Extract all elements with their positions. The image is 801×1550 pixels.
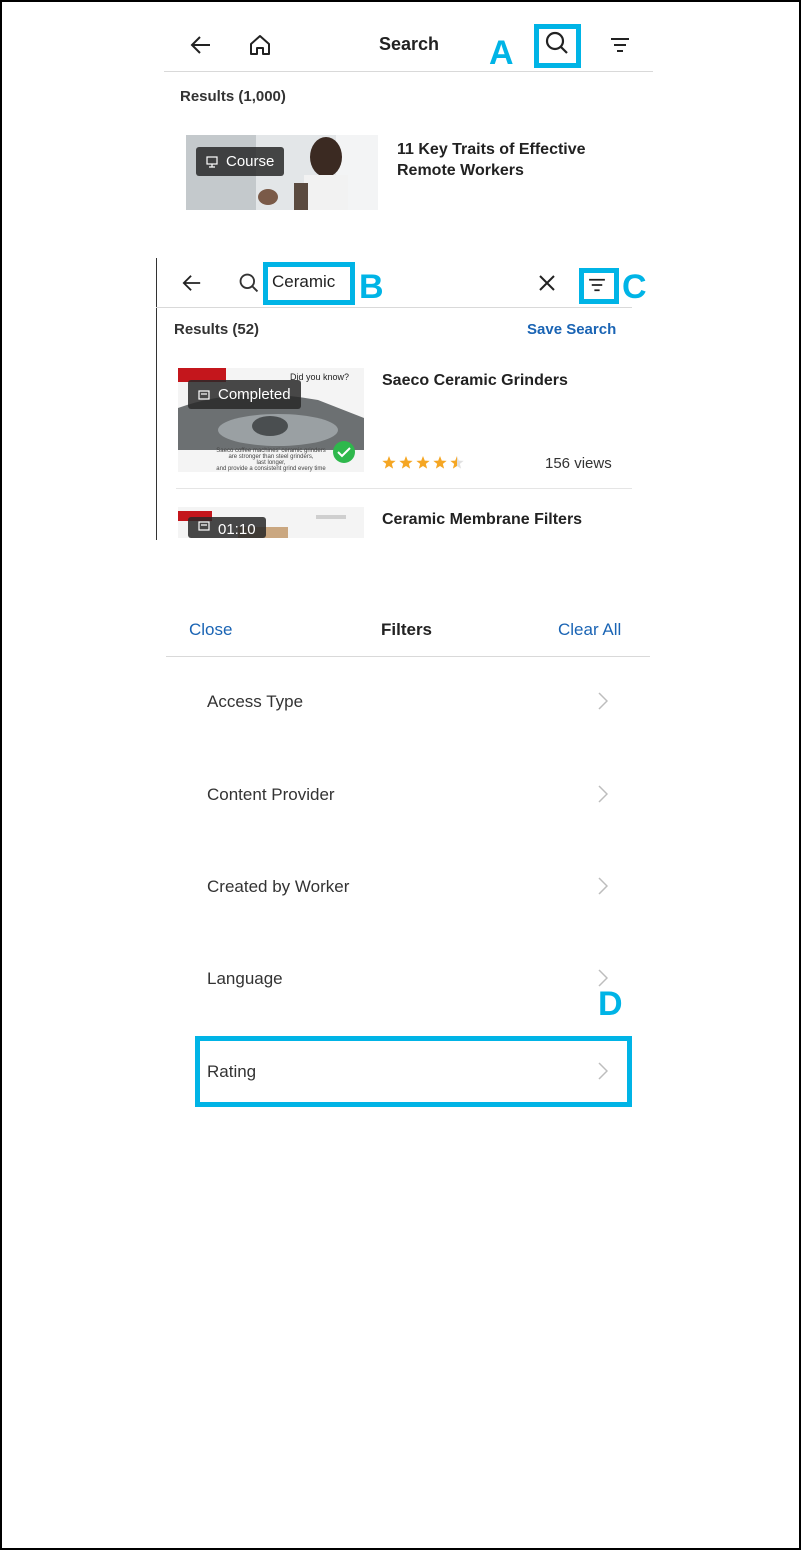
course-title-line1: 11 Key Traits of Effective — [397, 141, 586, 158]
marker-d: D — [598, 985, 623, 1023]
course-title[interactable]: 11 Key Traits of Effective Remote Worker… — [397, 139, 586, 181]
presentation-icon — [206, 155, 218, 168]
clear-icon[interactable] — [538, 274, 556, 292]
video-icon — [198, 389, 210, 400]
filter-row-language[interactable]: Language — [207, 969, 283, 989]
completed-badge-label: Completed — [218, 386, 291, 403]
chevron-right-icon — [598, 785, 608, 803]
duration-badge-label: 01:10 — [218, 521, 256, 538]
search-icon — [238, 272, 260, 294]
filter-row-content-provider[interactable]: Content Provider — [207, 785, 335, 805]
home-icon[interactable] — [248, 33, 272, 57]
filter-row-created-by-worker[interactable]: Created by Worker — [207, 877, 349, 897]
thumb-caption-bottom: Saeco coffee machines' ceramic grinders … — [216, 448, 326, 472]
marker-c: C — [622, 268, 647, 306]
star-icon — [433, 456, 447, 469]
results-count: Results (52) — [174, 321, 260, 338]
duration-badge: 01:10 — [188, 517, 266, 538]
rating-stars — [382, 456, 468, 470]
video-icon — [198, 521, 210, 531]
results-count: Results (1,000) — [180, 88, 286, 105]
star-icon — [450, 456, 464, 469]
page-title: Search — [379, 34, 440, 54]
back-arrow-icon[interactable] — [190, 34, 212, 56]
chevron-right-icon — [598, 692, 608, 710]
marker-a: A — [489, 34, 514, 72]
highlight-rating-row — [195, 1036, 632, 1107]
filter-row-access-type[interactable]: Access Type — [207, 692, 303, 712]
highlight-filter-icon — [579, 268, 619, 304]
save-search-link[interactable]: Save Search — [527, 321, 616, 338]
grinder-title[interactable]: Saeco Ceramic Grinders — [382, 370, 568, 391]
course-title-line2: Remote Workers — [397, 162, 524, 179]
back-arrow-icon[interactable] — [182, 273, 202, 293]
highlight-search-icon — [534, 24, 581, 68]
filters-title: Filters — [381, 620, 433, 639]
star-icon — [399, 456, 413, 469]
completed-badge: Completed — [188, 380, 301, 409]
close-button[interactable]: Close — [189, 620, 232, 640]
star-icon — [382, 456, 396, 469]
search-bar: Ceramic — [156, 258, 632, 308]
course-badge-label: Course — [226, 153, 275, 170]
marker-b: B — [359, 268, 384, 306]
view-count: 156 views — [545, 455, 612, 472]
filters-header: Close Filters Clear All — [166, 605, 650, 657]
star-icon — [416, 456, 430, 469]
course-badge: Course — [196, 147, 285, 176]
chevron-right-icon — [598, 877, 608, 895]
highlight-search-input — [263, 262, 355, 305]
screenshot-frame — [0, 0, 801, 1550]
membrane-title[interactable]: Ceramic Membrane Filters — [382, 509, 582, 530]
item-divider — [176, 488, 632, 489]
clear-all-button[interactable]: Clear All — [558, 620, 621, 640]
filter-icon[interactable] — [610, 37, 630, 53]
